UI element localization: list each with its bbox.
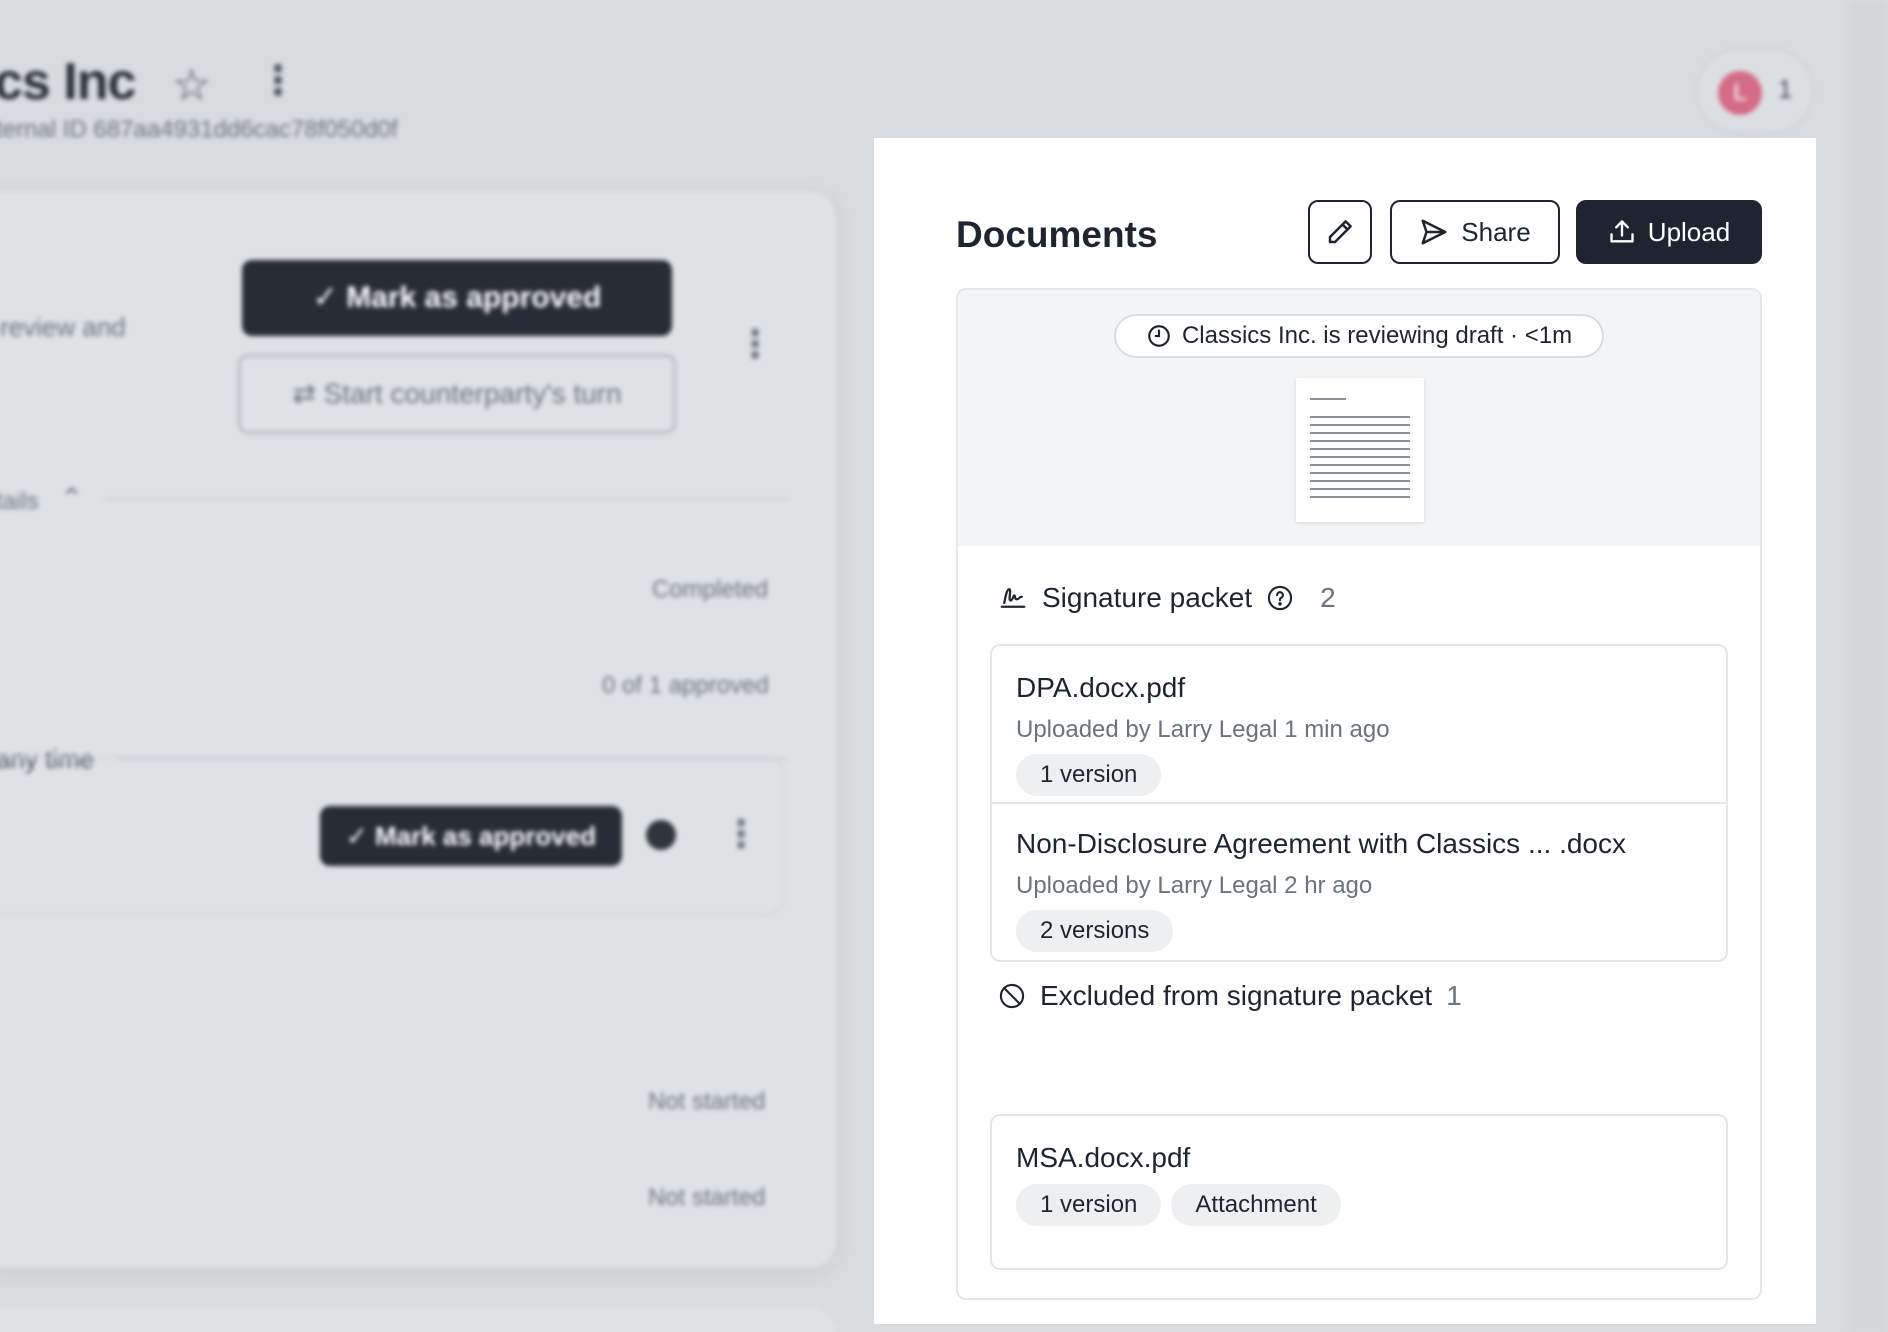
send-icon — [1421, 219, 1447, 245]
excluded-label: Excluded from signature packet — [1040, 980, 1433, 1011]
share-label: Share — [1461, 216, 1531, 247]
mark-approved-small-button[interactable]: ✓ Mark as approved — [320, 806, 622, 866]
more-options-icon[interactable]: ⋮ — [258, 58, 298, 104]
mark-approved-label: Mark as approved — [346, 281, 602, 314]
list-item[interactable]: MSA.docx.pdf 1 version Attachment — [992, 1116, 1726, 1268]
swap-icon: ⇄ — [292, 378, 324, 409]
documents-container: Classics Inc. is reviewing draft · <1m S… — [956, 288, 1762, 1300]
signature-icon — [1000, 588, 1026, 608]
document-meta: Uploaded by Larry Legal 1 min ago — [1016, 716, 1390, 743]
document-thumbnail[interactable] — [1296, 378, 1424, 522]
page-title: cs Inc — [0, 53, 136, 111]
check-icon: ✓ — [312, 281, 347, 314]
details-label: tails — [0, 488, 39, 515]
upload-button[interactable]: Upload — [1576, 200, 1762, 264]
edit-button[interactable] — [1308, 200, 1372, 264]
review-text: review and — [0, 312, 126, 342]
document-meta: Uploaded by Larry Legal 2 hr ago — [1016, 872, 1373, 899]
document-preview-area: Classics Inc. is reviewing draft · <1m — [958, 290, 1760, 546]
mark-approved-button[interactable]: ✓ Mark as approved — [242, 260, 672, 336]
document-name[interactable]: DPA.docx.pdf — [1016, 672, 1185, 704]
help-icon[interactable] — [1266, 584, 1294, 612]
item-more-icon[interactable]: ⋮ — [722, 812, 760, 857]
collaborators-button[interactable]: L 1 — [1696, 48, 1814, 134]
not-started-status: Not started — [648, 1088, 766, 1115]
counterparty-label: Start counterparty's turn — [323, 378, 622, 409]
completed-status: Completed — [652, 576, 769, 603]
list-item[interactable]: DPA.docx.pdf Uploaded by Larry Legal 1 m… — [992, 646, 1726, 802]
start-counterparty-turn-button[interactable]: ⇄ Start counterparty's turn — [238, 354, 676, 434]
avatar: L — [1718, 71, 1762, 115]
excluded-count: 1 — [1446, 980, 1462, 1011]
attachment-badge[interactable]: Attachment — [1171, 1184, 1341, 1226]
excluded-header: Excluded from signature packet 1 — [998, 980, 1462, 1012]
mark-approved-small-label: Mark as approved — [374, 821, 597, 851]
pencil-icon — [1328, 220, 1352, 244]
clock-icon — [1148, 325, 1170, 347]
approved-count: 0 of 1 approved — [602, 672, 769, 699]
upload-label: Upload — [1647, 216, 1731, 247]
excluded-list: MSA.docx.pdf 1 version Attachment — [990, 1114, 1728, 1270]
clock-icon[interactable] — [646, 820, 676, 850]
document-name[interactable]: MSA.docx.pdf — [1016, 1142, 1190, 1174]
list-item[interactable]: Non-Disclosure Agreement with Classics .… — [992, 802, 1726, 960]
review-status-text: Classics Inc. is reviewing draft · <1m — [1181, 322, 1573, 349]
divider — [104, 498, 788, 500]
version-badge[interactable]: 2 versions — [1016, 910, 1174, 952]
scrollbar-track — [1848, 0, 1888, 1332]
block-icon — [999, 983, 1025, 1009]
signature-packet-header: Signature packet 2 — [998, 582, 1336, 614]
version-badge[interactable]: 1 version — [1016, 1184, 1162, 1226]
share-button[interactable]: Share — [1390, 200, 1560, 264]
panel-title: Documents — [956, 214, 1158, 255]
chevron-up-icon[interactable]: ⌃ — [60, 482, 83, 515]
upload-icon — [1610, 220, 1634, 243]
document-name[interactable]: Non-Disclosure Agreement with Classics .… — [1016, 828, 1626, 860]
external-id: ternal ID 687aa4931dd6cac78f050d0f — [0, 116, 398, 143]
documents-panel: Documents Share Upload Classics Inc. is … — [874, 138, 1816, 1324]
signature-packet-count: 2 — [1320, 582, 1336, 613]
version-badge[interactable]: 1 version — [1016, 754, 1162, 796]
collaborators-count: 1 — [1778, 74, 1793, 104]
signature-packet-list: DPA.docx.pdf Uploaded by Larry Legal 1 m… — [990, 644, 1728, 962]
star-icon[interactable]: ☆ — [172, 60, 211, 111]
secondary-card — [0, 1308, 836, 1332]
not-started-status: Not started — [648, 1184, 766, 1211]
check-icon: ✓ — [345, 821, 375, 851]
card-more-icon[interactable]: ⋮ — [736, 322, 774, 367]
signature-packet-label: Signature packet — [1042, 582, 1253, 613]
review-status-badge: Classics Inc. is reviewing draft · <1m — [1114, 314, 1604, 358]
